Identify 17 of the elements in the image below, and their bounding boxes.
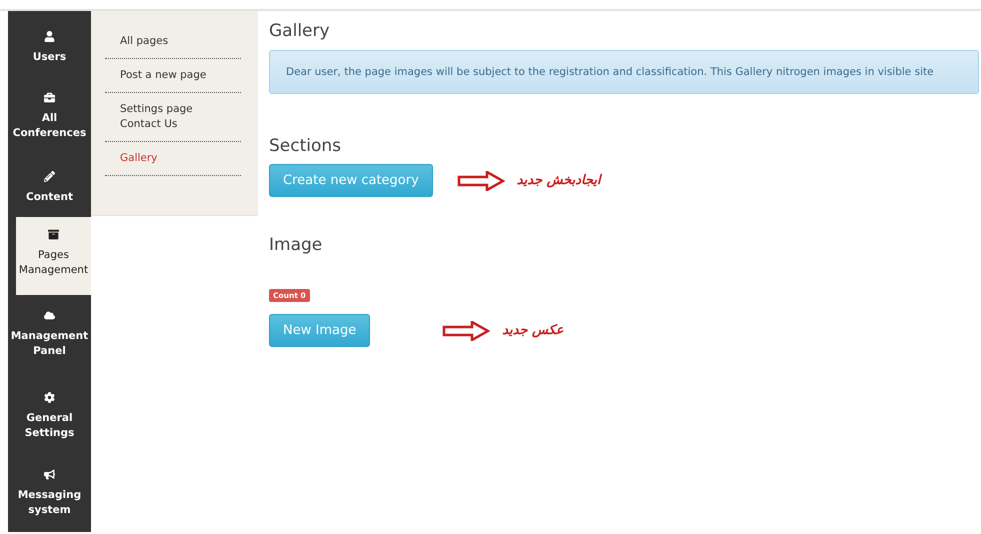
annotation-text: عکس جدید (502, 323, 564, 338)
submenu-item[interactable]: Gallery (105, 142, 241, 176)
sidebar-item[interactable]: General Settings (8, 377, 91, 455)
sidebar-item[interactable]: Messaging system (8, 454, 91, 532)
page-title: Gallery (269, 21, 331, 41)
sidebar-item[interactable]: Management Panel (8, 294, 91, 378)
annotation-text: ایجادبخش جدید (516, 173, 601, 188)
submenu-item[interactable]: Settings page Contact Us (105, 93, 241, 142)
sidebar-item[interactable]: All Conferences (8, 82, 91, 160)
sidebar-item[interactable]: Pages Management (16, 217, 91, 295)
submenu-item[interactable]: Post a new page (105, 59, 241, 93)
info-notice: Dear user, the page images will be subject to the registration and classification. This Gallery nitrogen images in visible site (269, 50, 979, 94)
submenu-item[interactable]: All pages (105, 25, 241, 59)
sidebar-item[interactable]: Content (8, 159, 91, 218)
section-heading: Image (269, 235, 322, 255)
section-heading: Sections (269, 136, 342, 156)
sidebar-item[interactable]: Users (8, 11, 91, 82)
